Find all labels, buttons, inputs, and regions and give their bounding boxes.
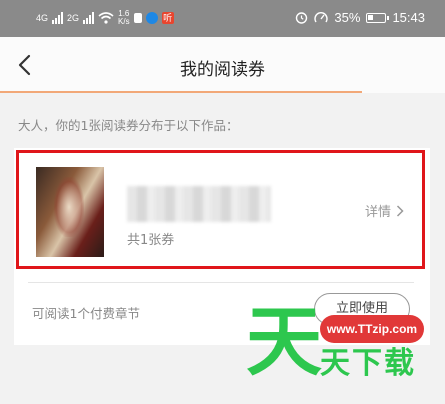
signal-icon [52,12,64,24]
coupon-summary: 大人，你的1张阅读券分布于以下作品： [18,118,239,133]
status-bar: 4G 2G 1.6 K/s 听 35% 15:43 [0,0,445,37]
battery-percent: 35% [334,10,361,25]
status-right: 35% 15:43 [295,10,425,25]
performance-icon [314,12,329,23]
details-link[interactable]: 详情 [365,201,404,220]
signal-icon-2 [83,12,95,24]
network-speed: 1.6 K/s [118,9,130,26]
header-accent-line [0,91,362,93]
wifi-icon [98,12,114,24]
clock: 15:43 [392,10,425,25]
book-cover [36,167,104,257]
notification-ting-icon: 听 [161,12,174,24]
details-label: 详情 [364,205,391,220]
book-title-redacted [127,186,271,222]
coupon-count: 共1张券 [127,233,175,248]
header: 我的阅读券 [0,37,445,93]
notification-app-icon [133,13,142,23]
watermark-url: www.TTzip.com [320,315,424,343]
card-divider [28,282,414,283]
watermark-text: 天下载 [320,346,416,381]
notification-blue-icon [145,12,158,24]
battery-icon [366,12,390,23]
alarm-icon [296,12,308,24]
cover-figure [54,177,84,237]
book-row[interactable]: 共1张券 详情 [16,150,425,269]
chevron-right-icon [396,204,404,217]
network-label-1: 4G [36,13,49,23]
watermark-big-char: 天 [246,297,322,386]
page-title: 我的阅读券 [180,60,265,80]
battery-fill [368,14,374,20]
status-left: 4G 2G 1.6 K/s 听 [36,10,174,26]
network-label-2: 2G [67,13,80,23]
readable-chapters: 可阅读1个付费章节 [32,306,140,321]
